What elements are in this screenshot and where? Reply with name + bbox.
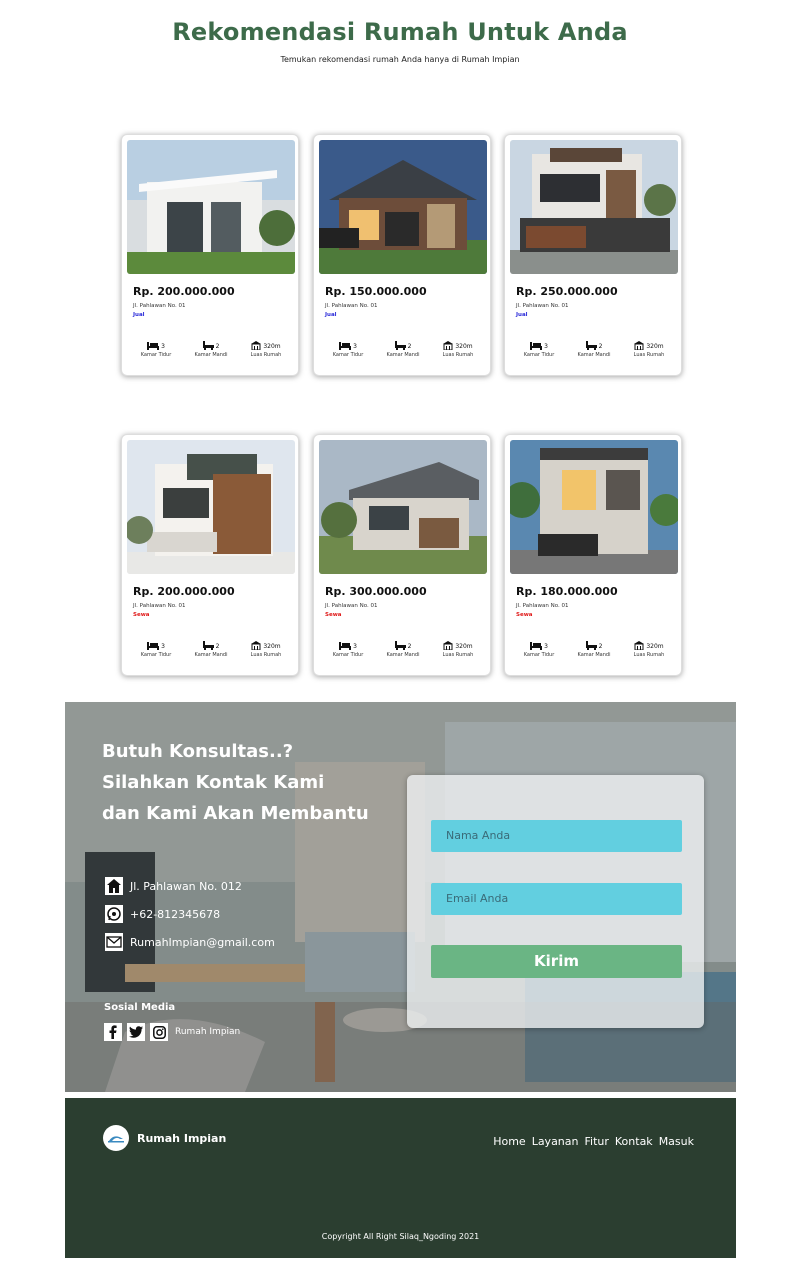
social-brand-name: Rumah Impian bbox=[175, 1027, 241, 1037]
feature-bedrooms: 3 Kamar Tidur bbox=[523, 342, 555, 358]
house-logo-icon bbox=[103, 1125, 129, 1151]
feature-area: 320m Luas Rumah bbox=[442, 341, 474, 358]
house-photo bbox=[510, 140, 678, 274]
copyright: Copyright All Right Silaq_Ngoding 2021 bbox=[321, 1232, 480, 1241]
nav-fitur[interactable]: Fitur bbox=[585, 1135, 609, 1148]
building-icon bbox=[634, 641, 645, 650]
bed-icon bbox=[339, 342, 352, 350]
bathtub-icon bbox=[202, 341, 214, 350]
bathtub-icon bbox=[394, 341, 406, 350]
house-photo bbox=[319, 440, 487, 574]
property-card[interactable]: Rp. 300.000.000 Jl. Pahlawan No. 01 Sewa… bbox=[313, 434, 491, 676]
nav-masuk[interactable]: Masuk bbox=[659, 1135, 694, 1148]
submit-button[interactable]: Kirim bbox=[431, 945, 682, 978]
building-icon bbox=[251, 641, 262, 650]
feature-bedrooms: 3 Kamar Tidur bbox=[140, 342, 172, 358]
property-address: Jl. Pahlawan No. 01 bbox=[133, 603, 186, 609]
bathtub-icon bbox=[394, 641, 406, 650]
page-title: Rekomendasi Rumah Untuk Anda bbox=[172, 18, 628, 46]
feature-area: 320m Luas Rumah bbox=[250, 641, 282, 658]
property-price: Rp. 200.000.000 bbox=[133, 285, 235, 298]
property-address: Jl. Pahlawan No. 01 bbox=[325, 603, 378, 609]
bed-icon bbox=[530, 342, 543, 350]
property-address: Jl. Pahlawan No. 01 bbox=[516, 603, 569, 609]
social-media-title: Sosial Media bbox=[104, 1002, 176, 1013]
property-address: Jl. Pahlawan No. 01 bbox=[325, 303, 378, 309]
feature-bathrooms: 2 Kamar Mandi bbox=[194, 341, 228, 358]
twitter-icon[interactable] bbox=[127, 1023, 145, 1041]
contact-address: Jl. Pahlawan No. 012 bbox=[105, 872, 275, 900]
feature-bedrooms: 3 Kamar Tidur bbox=[332, 342, 364, 358]
building-icon bbox=[443, 641, 454, 650]
property-card[interactable]: Rp. 180.000.000 Jl. Pahlawan No. 01 Sewa… bbox=[504, 434, 682, 676]
house-photo bbox=[127, 440, 295, 574]
feature-bedrooms: 3 Kamar Tidur bbox=[332, 642, 364, 658]
whatsapp-icon bbox=[105, 905, 123, 923]
social-links: Rumah Impian bbox=[104, 1023, 240, 1041]
bathtub-icon bbox=[202, 641, 214, 650]
property-card[interactable]: Rp. 200.000.000 Jl. Pahlawan No. 01 Jual… bbox=[121, 134, 299, 376]
bed-icon bbox=[147, 342, 160, 350]
footer: Rumah Impian Home Layanan Fitur Kontak M… bbox=[65, 1098, 736, 1258]
property-status: Jual bbox=[516, 312, 528, 318]
feature-bedrooms: 3 Kamar Tidur bbox=[523, 642, 555, 658]
instagram-icon[interactable] bbox=[150, 1023, 168, 1041]
property-card[interactable]: Rp. 150.000.000 Jl. Pahlawan No. 01 Jual… bbox=[313, 134, 491, 376]
bed-icon bbox=[530, 642, 543, 650]
footer-logo[interactable]: Rumah Impian bbox=[103, 1125, 226, 1151]
footer-brand: Rumah Impian bbox=[137, 1131, 227, 1145]
building-icon bbox=[634, 341, 645, 350]
property-price: Rp. 180.000.000 bbox=[516, 585, 618, 598]
feature-area: 320m Luas Rumah bbox=[633, 341, 665, 358]
property-price: Rp. 200.000.000 bbox=[133, 585, 235, 598]
property-card[interactable]: Rp. 250.000.000 Jl. Pahlawan No. 01 Jual… bbox=[504, 134, 682, 376]
contact-form: Nama Anda Email Anda Kirim bbox=[407, 775, 704, 1028]
house-photo bbox=[127, 140, 295, 274]
property-status: Sewa bbox=[516, 612, 533, 618]
contact-section: Butuh Konsultas..? Silahkan Kontak Kami … bbox=[65, 702, 736, 1092]
contact-info: Jl. Pahlawan No. 012 +62-812345678 Rumah… bbox=[105, 872, 275, 956]
contact-phone[interactable]: +62-812345678 bbox=[105, 900, 275, 928]
property-card[interactable]: Rp. 200.000.000 Jl. Pahlawan No. 01 Sewa… bbox=[121, 434, 299, 676]
property-price: Rp. 150.000.000 bbox=[325, 285, 427, 298]
feature-area: 320m Luas Rumah bbox=[250, 341, 282, 358]
feature-bedrooms: 3 Kamar Tidur bbox=[140, 642, 172, 658]
property-status: Sewa bbox=[133, 612, 150, 618]
building-icon bbox=[443, 341, 454, 350]
property-status: Sewa bbox=[325, 612, 342, 618]
property-price: Rp. 300.000.000 bbox=[325, 585, 427, 598]
bathtub-icon bbox=[585, 641, 597, 650]
bed-icon bbox=[339, 642, 352, 650]
building-icon bbox=[251, 341, 262, 350]
bed-icon bbox=[147, 642, 160, 650]
property-address: Jl. Pahlawan No. 01 bbox=[516, 303, 569, 309]
feature-bathrooms: 2 Kamar Mandi bbox=[386, 641, 420, 658]
feature-area: 320m Luas Rumah bbox=[442, 641, 474, 658]
facebook-icon[interactable] bbox=[104, 1023, 122, 1041]
feature-bathrooms: 2 Kamar Mandi bbox=[577, 641, 611, 658]
home-icon bbox=[105, 877, 123, 895]
house-photo bbox=[510, 440, 678, 574]
contact-email[interactable]: RumahImpian@gmail.com bbox=[105, 928, 275, 956]
footer-nav: Home Layanan Fitur Kontak Masuk bbox=[493, 1135, 694, 1148]
house-photo bbox=[319, 140, 487, 274]
feature-area: 320m Luas Rumah bbox=[633, 641, 665, 658]
page-subtitle: Temukan rekomendasi rumah Anda hanya di … bbox=[280, 55, 520, 64]
section-header: Rekomendasi Rumah Untuk Anda Temukan rek… bbox=[0, 18, 800, 64]
bathtub-icon bbox=[585, 341, 597, 350]
email-input[interactable]: Email Anda bbox=[431, 883, 682, 915]
nav-layanan[interactable]: Layanan bbox=[532, 1135, 579, 1148]
property-status: Jual bbox=[133, 312, 145, 318]
contact-headline: Butuh Konsultas..? Silahkan Kontak Kami … bbox=[102, 741, 369, 824]
property-status: Jual bbox=[325, 312, 337, 318]
name-input[interactable]: Nama Anda bbox=[431, 820, 682, 852]
property-address: Jl. Pahlawan No. 01 bbox=[133, 303, 186, 309]
nav-home[interactable]: Home bbox=[493, 1135, 525, 1148]
property-price: Rp. 250.000.000 bbox=[516, 285, 618, 298]
feature-bathrooms: 2 Kamar Mandi bbox=[194, 641, 228, 658]
mail-icon bbox=[105, 933, 123, 951]
feature-bathrooms: 2 Kamar Mandi bbox=[577, 341, 611, 358]
nav-kontak[interactable]: Kontak bbox=[615, 1135, 653, 1148]
feature-bathrooms: 2 Kamar Mandi bbox=[386, 341, 420, 358]
